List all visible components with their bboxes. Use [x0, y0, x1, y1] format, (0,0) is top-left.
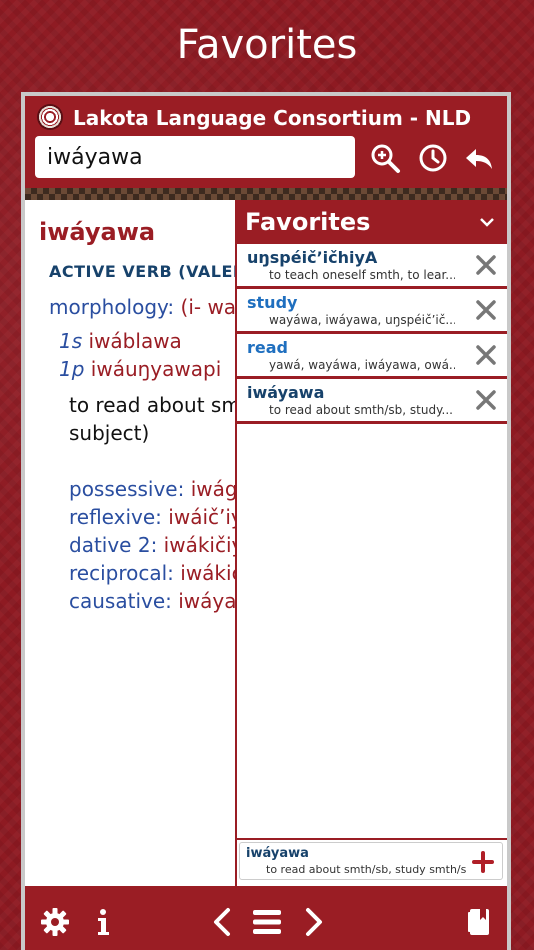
logo-icon — [37, 104, 63, 130]
favorite-item[interactable]: uŋspéič’ičhiyA to teach oneself smth, to… — [237, 244, 507, 289]
derived-label: dative 2: — [69, 533, 158, 557]
derived-label: reciprocal: — [69, 561, 174, 585]
book-bookmark-icon[interactable] — [463, 906, 495, 938]
chevron-left-icon[interactable] — [207, 906, 239, 938]
conjugation-person: 1s — [59, 329, 83, 353]
favorites-list: uŋspéič’ičhiyA to teach oneself smth, to… — [237, 244, 507, 424]
hamburger-menu-icon[interactable] — [251, 906, 283, 938]
add-favorite-bar[interactable]: iwáyawa to read about smth/sb, study smt… — [239, 842, 503, 880]
favorite-definition: yawá, wayáwa, iwáyawa, owá... — [269, 358, 455, 372]
add-favorite-definition: to read about smth/sb, study smth/sb (a … — [266, 863, 466, 876]
device-frame: Lakota Language Consortium - NLD iwáyawa… — [21, 92, 511, 950]
pos-main: ACTIVE VERB — [49, 262, 173, 281]
remove-favorite-icon[interactable] — [475, 389, 497, 411]
history-clock-icon[interactable] — [417, 142, 449, 174]
remove-favorite-icon[interactable] — [475, 254, 497, 276]
favorite-word: uŋspéič’ičhiyA — [247, 248, 378, 267]
favorites-title: Favorites — [245, 208, 371, 236]
add-favorite-word: iwáyawa — [246, 846, 309, 861]
decorative-pattern-band — [25, 188, 507, 200]
conjugation-person: 1p — [59, 357, 85, 381]
favorite-word: iwáyawa — [247, 383, 325, 402]
derived-label: causative: — [69, 589, 172, 613]
favorite-item[interactable]: read yawá, wayáwa, iwáyawa, owá... — [237, 334, 507, 379]
app-header: Lakota Language Consortium - NLD — [25, 96, 507, 188]
remove-favorite-icon[interactable] — [475, 344, 497, 366]
derived-value: iwákič — [173, 561, 243, 585]
derived-value: iwáič’iy — [161, 505, 243, 529]
zoom-in-icon[interactable] — [369, 142, 401, 174]
favorite-definition: to read about smth/sb, study... — [269, 403, 453, 417]
favorites-panel: Favorites uŋspéič’ičhiyA to teach onesel… — [235, 200, 507, 886]
derived-label: possessive: — [69, 477, 185, 501]
search-input[interactable] — [35, 136, 355, 178]
favorite-definition: to teach oneself smth, to lear... — [269, 268, 455, 282]
conjugation-form: iwáuŋyawapi — [90, 357, 222, 381]
gear-icon[interactable] — [39, 906, 71, 938]
app-title: Lakota Language Consortium - NLD — [73, 106, 472, 130]
screen-title: Favorites — [176, 22, 358, 68]
plus-icon[interactable] — [472, 851, 494, 873]
chevron-right-icon[interactable] — [297, 906, 329, 938]
bottom-toolbar — [25, 886, 507, 950]
favorites-divider — [237, 838, 507, 840]
derived-label: reflexive: — [69, 505, 162, 529]
favorites-header[interactable]: Favorites — [237, 200, 507, 244]
favorite-definition: wayáwa, iwáyawa, uŋspéič’ič... — [269, 313, 455, 327]
info-icon[interactable] — [87, 906, 119, 938]
favorite-word: study — [247, 293, 298, 312]
morphology-label: morphology: — [49, 295, 175, 319]
reply-back-icon[interactable] — [463, 142, 495, 174]
favorite-item[interactable]: iwáyawa to read about smth/sb, study... — [237, 379, 507, 424]
chevron-down-icon[interactable] — [477, 212, 497, 232]
remove-favorite-icon[interactable] — [475, 299, 497, 321]
favorite-item[interactable]: study wayáwa, iwáyawa, uŋspéič’ič... — [237, 289, 507, 334]
conjugation-form: iwáblawa — [88, 329, 182, 353]
favorite-word: read — [247, 338, 288, 357]
morphology-value: (i- wa — [174, 295, 237, 319]
